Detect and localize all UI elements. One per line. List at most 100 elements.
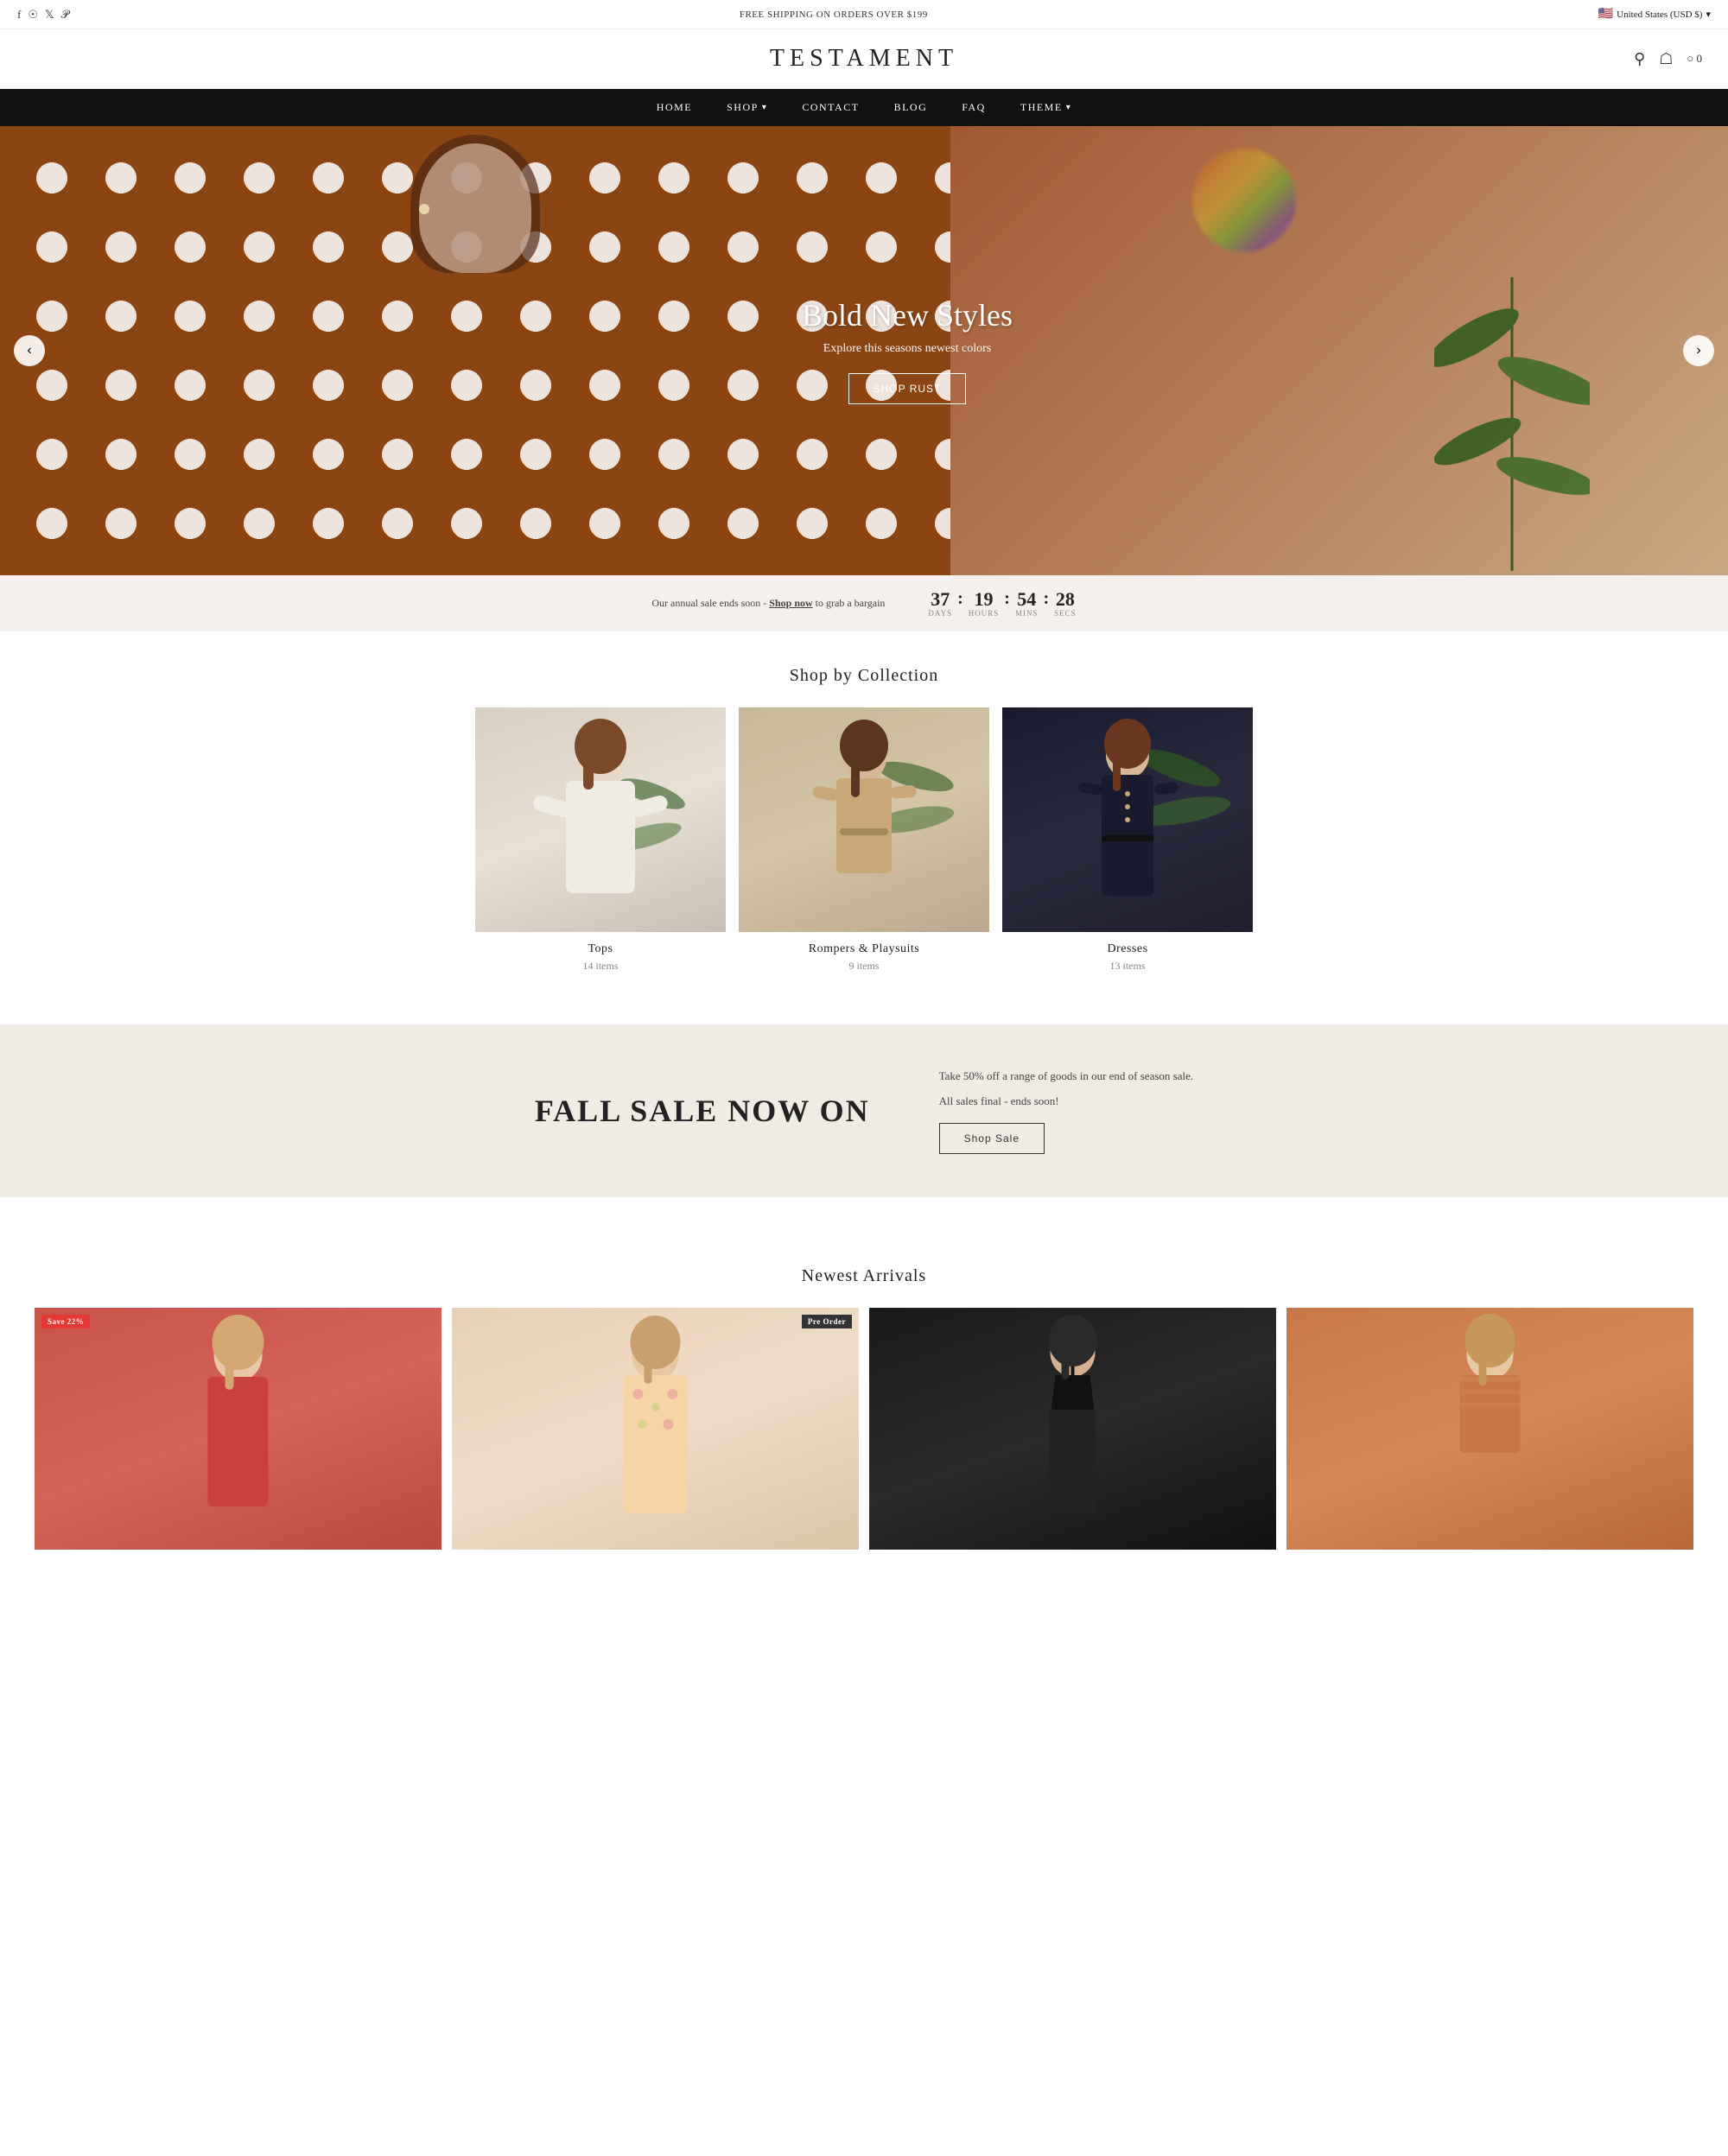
twitter-icon[interactable]: 𝕏: [45, 8, 54, 22]
timer-hours-label: Hours: [969, 609, 1000, 618]
nav-faq-label: FAQ: [962, 101, 986, 114]
arrival-image-2: Pre Order: [452, 1308, 859, 1550]
hero-content: Bold New Styles Explore this seasons new…: [802, 297, 1013, 404]
timer-separator-2: :: [1004, 589, 1010, 618]
pinterest-icon[interactable]: 𝒫: [60, 8, 68, 22]
arrival-card-1[interactable]: Save 22%: [35, 1308, 442, 1550]
timer-mins-value: 54: [1015, 590, 1039, 609]
hero-section: Bold New Styles Explore this seasons new…: [0, 126, 1728, 575]
rompers-figure-svg: [739, 707, 989, 932]
sale-description-line1: Take 50% off a range of goods in our end…: [939, 1068, 1194, 1086]
arrival-card-3[interactable]: [869, 1308, 1276, 1550]
nav-contact-label: CONTACT: [802, 101, 859, 114]
site-header: TESTAMENT ⚲ ☖ ○ 0: [0, 29, 1728, 89]
site-logo[interactable]: TESTAMENT: [585, 45, 1144, 73]
facebook-icon[interactable]: f: [17, 8, 21, 22]
dresses-figure-svg: [1002, 707, 1253, 932]
collections-section: Shop by Collection: [0, 666, 1728, 1007]
header-actions: ⚲ ☖ ○ 0: [1143, 50, 1702, 68]
sale-cta-button[interactable]: Shop Sale: [939, 1123, 1045, 1154]
countdown-banner: Our annual sale ends soon - Shop now to …: [0, 575, 1728, 631]
tops-figure-svg: [475, 707, 726, 932]
arrival-badge-sale: Save 22%: [41, 1315, 90, 1328]
countdown-text-after: to grab a bargain: [816, 597, 886, 609]
hero-title: Bold New Styles: [802, 297, 1013, 333]
sale-details: Take 50% off a range of goods in our end…: [939, 1068, 1194, 1154]
collection-name-tops: Tops: [475, 942, 726, 956]
hero-prism-effect: [1192, 149, 1296, 252]
sale-title: FALL SALE NOW ON: [535, 1093, 870, 1129]
nav-item-home[interactable]: HOME: [657, 101, 692, 114]
arrival-figure-1: [35, 1308, 442, 1550]
hero-next-icon: ›: [1696, 343, 1700, 358]
region-chevron-icon: ▾: [1706, 9, 1711, 20]
collection-card-rompers[interactable]: Rompers & Playsuits 9 items: [739, 707, 989, 973]
timer-hours-unit: 19 Hours: [969, 590, 1000, 618]
timer-separator-3: :: [1043, 589, 1049, 618]
timer-secs-value: 28: [1054, 590, 1077, 609]
arrival-card-4[interactable]: [1286, 1308, 1693, 1550]
timer-separator-1: :: [957, 589, 963, 618]
social-links[interactable]: f ☉ 𝕏 𝒫: [17, 8, 69, 22]
search-icon[interactable]: ⚲: [1634, 50, 1645, 68]
collection-card-tops[interactable]: Tops 14 items: [475, 707, 726, 973]
arrival-image-3: [869, 1308, 1276, 1550]
cart-count-label: 0: [1697, 52, 1703, 65]
sale-description-line2: All sales final - ends soon!: [939, 1093, 1194, 1111]
nav-item-contact[interactable]: CONTACT: [802, 101, 859, 114]
newest-arrivals-section: Newest Arrivals Save 22% Pre Order: [0, 1214, 1728, 1584]
collection-image-dresses: [1002, 707, 1253, 932]
nav-theme-label: THEME: [1020, 101, 1063, 114]
shop-dropdown-icon: ▾: [762, 103, 768, 112]
cart-icon[interactable]: ○ 0: [1687, 52, 1702, 66]
timer-days-value: 37: [928, 590, 952, 609]
top-bar: f ☉ 𝕏 𝒫 FREE SHIPPING ON ORDERS OVER $19…: [0, 0, 1728, 29]
hero-next-button[interactable]: ›: [1683, 335, 1714, 366]
hero-cta-button[interactable]: Shop Rust: [848, 373, 967, 404]
collection-card-dresses[interactable]: Dresses 13 items: [1002, 707, 1253, 973]
theme-dropdown-icon: ▾: [1066, 103, 1072, 112]
collection-name-rompers: Rompers & Playsuits: [739, 942, 989, 956]
timer-mins-label: Mins: [1015, 609, 1039, 618]
hero-prev-button[interactable]: ‹: [14, 335, 45, 366]
nav-home-label: HOME: [657, 101, 692, 114]
collection-image-tops: [475, 707, 726, 932]
nav-item-blog[interactable]: BLOG: [894, 101, 928, 114]
main-nav: HOME SHOP ▾ CONTACT BLOG FAQ THEME ▾: [0, 89, 1728, 126]
account-icon[interactable]: ☖: [1659, 50, 1673, 68]
collection-count-tops: 14 items: [475, 960, 726, 973]
collection-count-rompers: 9 items: [739, 960, 989, 973]
instagram-icon[interactable]: ☉: [28, 8, 38, 22]
arrival-figure-2: [452, 1308, 859, 1550]
arrival-figure-4: [1286, 1308, 1693, 1550]
timer-mins-unit: 54 Mins: [1015, 590, 1039, 618]
arrival-image-1: Save 22%: [35, 1308, 442, 1550]
shipping-message: FREE SHIPPING ON ORDERS OVER $199: [740, 10, 928, 20]
arrival-figure-3: [869, 1308, 1276, 1550]
collections-title: Shop by Collection: [0, 666, 1728, 686]
countdown-text: Our annual sale ends soon - Shop now to …: [651, 597, 885, 610]
nav-item-faq[interactable]: FAQ: [962, 101, 986, 114]
collection-count-dresses: 13 items: [1002, 960, 1253, 973]
countdown-shop-link[interactable]: Shop now: [769, 597, 812, 609]
hero-prev-icon: ‹: [27, 343, 31, 358]
sale-banner: FALL SALE NOW ON Take 50% off a range of…: [0, 1024, 1728, 1197]
arrival-badge-preorder: Pre Order: [802, 1315, 852, 1328]
collections-grid: Tops 14 items: [0, 707, 1728, 1007]
timer-secs-label: Secs: [1054, 609, 1077, 618]
region-label: United States (USD $): [1617, 10, 1702, 20]
arrival-card-2[interactable]: Pre Order: [452, 1308, 859, 1550]
nav-shop-label: SHOP: [727, 101, 759, 114]
hero-plant-decoration: [1434, 208, 1590, 575]
flag-icon: 🇺🇸: [1598, 7, 1613, 22]
arrival-image-4: [1286, 1308, 1693, 1550]
arrivals-title: Newest Arrivals: [35, 1266, 1693, 1286]
countdown-timer: 37 Days : 19 Hours : 54 Mins : 28 Secs: [928, 589, 1076, 618]
region-selector[interactable]: 🇺🇸 United States (USD $) ▾: [1598, 7, 1711, 22]
collection-name-dresses: Dresses: [1002, 942, 1253, 956]
timer-days-unit: 37 Days: [928, 590, 952, 618]
nav-item-theme[interactable]: THEME ▾: [1020, 101, 1071, 114]
nav-item-shop[interactable]: SHOP ▾: [727, 101, 767, 114]
arrivals-grid: Save 22% Pre Order: [35, 1308, 1693, 1550]
collection-image-rompers: [739, 707, 989, 932]
